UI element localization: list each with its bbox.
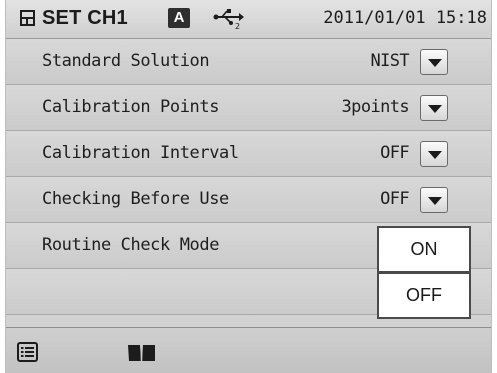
dropdown-button[interactable]	[420, 187, 448, 213]
list-icon[interactable]	[17, 342, 38, 362]
setting-value: NIST	[370, 51, 409, 71]
setting-row-checking-before-use[interactable]: Checking Before Use OFF	[6, 177, 491, 223]
dropdown-button[interactable]	[420, 141, 448, 167]
setting-row-standard-solution[interactable]: Standard Solution NIST	[6, 39, 491, 85]
chevron-down-icon	[428, 59, 442, 67]
datetime-readout: 2011/01/01 15:18	[323, 8, 487, 28]
setting-label: Calibration Interval	[42, 143, 239, 163]
usb-icon: 2	[213, 9, 244, 30]
channel-title: SET CH1	[42, 7, 128, 29]
chevron-down-icon	[428, 151, 442, 159]
settings-box-icon	[20, 10, 35, 26]
book-icon[interactable]	[127, 343, 157, 362]
chevron-down-icon	[428, 105, 442, 113]
on-off-popup: ON OFF	[377, 226, 471, 319]
mode-badge: A	[168, 8, 190, 28]
setting-label: Standard Solution	[42, 51, 210, 71]
status-header: SET CH1 A 2 2011/01/01 15:18	[6, 0, 491, 39]
setting-value: OFF	[380, 189, 410, 209]
setting-row-calibration-interval[interactable]: Calibration Interval OFF	[6, 131, 491, 177]
setting-value: OFF	[380, 143, 410, 163]
footer-bar	[6, 327, 491, 373]
setting-label: Calibration Points	[42, 97, 220, 117]
popup-option-off[interactable]: OFF	[379, 274, 469, 317]
dropdown-button[interactable]	[420, 95, 448, 121]
setting-row-calibration-points[interactable]: Calibration Points 3points	[6, 85, 491, 131]
setting-label: Routine Check Mode	[42, 235, 220, 255]
chevron-down-icon	[428, 197, 442, 205]
dropdown-button[interactable]	[420, 49, 448, 75]
setting-label: Checking Before Use	[42, 189, 229, 209]
svg-text:2: 2	[235, 22, 240, 30]
setting-value: 3points	[341, 97, 410, 117]
device-screen: SET CH1 A 2 2011/01/01 15:18 Standard So…	[5, 0, 492, 373]
popup-option-on[interactable]: ON	[379, 228, 469, 271]
